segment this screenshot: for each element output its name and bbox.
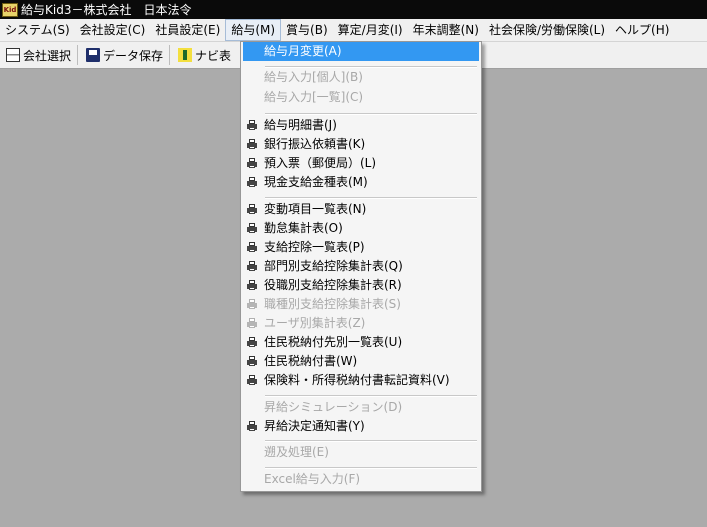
menu-separator <box>265 395 477 397</box>
window-title: 給与Kid3－株式会社 日本法令 <box>21 3 192 17</box>
menu-item-department-summary[interactable]: 部門別支給控除集計表(Q) <box>243 257 479 276</box>
menu-item-label: Excel給与入力(F) <box>264 472 361 486</box>
menu-item-cash-denomination-table[interactable]: 現金支給金種表(M) <box>243 173 479 192</box>
menu-item-salary-input-list: 給与入力[一覧](C) <box>243 88 479 107</box>
menu-calc-monthly-change[interactable]: 算定/月変(I) <box>333 19 408 41</box>
printer-icon <box>247 337 257 347</box>
menu-item-retroactive-processing: 遡及処理(E) <box>243 443 479 462</box>
printer-icon <box>247 280 257 290</box>
company-select-button[interactable]: 会社選択 <box>0 44 75 66</box>
printer-icon <box>247 139 257 149</box>
menu-company-settings[interactable]: 会社設定(C) <box>75 19 151 41</box>
menu-help[interactable]: ヘルプ(H) <box>610 19 674 41</box>
menu-item-position-summary[interactable]: 役職別支給控除集計表(R) <box>243 276 479 295</box>
company-select-icon <box>6 48 20 62</box>
menu-bar: システム(S) 会社設定(C) 社員設定(E) 給与(M) 賞与(B) 算定/月… <box>0 19 707 42</box>
data-save-label: データ保存 <box>103 48 164 63</box>
menu-item-label: 部門別支給控除集計表(Q) <box>264 259 403 273</box>
printer-icon <box>247 375 257 385</box>
menu-item-job-type-summary: 職種別支給控除集計表(S) <box>243 295 479 314</box>
menu-separator <box>265 440 477 442</box>
menu-item-change-salary-month[interactable]: 給与月変更(A) <box>243 42 479 61</box>
menu-system[interactable]: システム(S) <box>0 19 75 41</box>
navi-label: ナビ表 <box>195 48 232 63</box>
printer-icon <box>247 242 257 252</box>
menu-item-label: 遡及処理(E) <box>264 445 329 459</box>
menu-item-payment-deduction-list[interactable]: 支給控除一覧表(P) <box>243 238 479 257</box>
menu-bonus[interactable]: 賞与(B) <box>281 19 333 41</box>
menu-item-bank-transfer-request[interactable]: 銀行振込依頼書(K) <box>243 135 479 154</box>
company-select-label: 会社選択 <box>23 48 72 63</box>
app-logo-icon: Kid <box>2 2 18 17</box>
menu-item-label: 変動項目一覧表(N) <box>264 202 367 216</box>
data-save-button[interactable]: データ保存 <box>80 44 167 66</box>
printer-icon <box>247 299 257 309</box>
toolbar-separator <box>77 45 79 65</box>
printer-icon <box>247 318 257 328</box>
menu-item-attendance-summary[interactable]: 勤怠集計表(O) <box>243 219 479 238</box>
menu-item-resident-tax-payment-slip[interactable]: 住民税納付書(W) <box>243 352 479 371</box>
menu-separator <box>265 113 477 115</box>
menu-item-deposit-slip-post-office[interactable]: 預入票（郵便局）(L) <box>243 154 479 173</box>
menu-separator <box>265 197 477 199</box>
menu-item-label: 昇給シミュレーション(D) <box>264 400 403 414</box>
printer-icon <box>247 177 257 187</box>
menu-item-label: 住民税納付先別一覧表(U) <box>264 335 403 349</box>
printer-icon <box>247 421 257 431</box>
menu-item-label: 給与入力[個人](B) <box>264 70 363 84</box>
menu-item-label: 支給控除一覧表(P) <box>264 240 365 254</box>
menu-employee-settings[interactable]: 社員設定(E) <box>150 19 225 41</box>
menu-item-label: 預入票（郵便局）(L) <box>264 156 377 170</box>
menu-separator <box>265 66 477 68</box>
navi-icon <box>178 48 193 62</box>
menu-item-label: 職種別支給控除集計表(S) <box>264 297 401 311</box>
printer-icon <box>247 120 257 130</box>
printer-icon <box>247 356 257 366</box>
menu-item-label: 給与明細書(J) <box>264 118 337 132</box>
menu-salary[interactable]: 給与(M) <box>225 19 282 41</box>
navi-button[interactable]: ナビ表 <box>172 44 235 66</box>
menu-social-labor-insurance[interactable]: 社会保険/労働保険(L) <box>484 19 610 41</box>
menu-year-end-adjustment[interactable]: 年末調整(N) <box>408 19 484 41</box>
menu-item-payslip[interactable]: 給与明細書(J) <box>243 116 479 135</box>
menu-item-label: 保険料・所得税納付書転記資料(V) <box>264 373 450 387</box>
menu-item-label: 役職別支給控除集計表(R) <box>264 278 402 292</box>
menu-item-raise-notice[interactable]: 昇給決定通知書(Y) <box>243 417 479 436</box>
menu-item-label: 給与入力[一覧](C) <box>264 90 364 104</box>
menu-item-variable-items-list[interactable]: 変動項目一覧表(N) <box>243 200 479 219</box>
printer-icon <box>247 204 257 214</box>
menu-item-label: 昇給決定通知書(Y) <box>264 419 365 433</box>
menu-item-label: 銀行振込依頼書(K) <box>264 137 366 151</box>
menu-item-label: 給与月変更(A) <box>264 44 342 58</box>
salary-dropdown-menu: 給与月変更(A) 給与入力[個人](B) 給与入力[一覧](C) 給与明細書(J) 銀行… <box>240 41 482 492</box>
menu-item-raise-simulation: 昇給シミュレーション(D) <box>243 398 479 417</box>
menu-item-salary-input-individual: 給与入力[個人](B) <box>243 68 479 87</box>
toolbar-separator <box>169 45 171 65</box>
menu-item-resident-tax-payee-list[interactable]: 住民税納付先別一覧表(U) <box>243 333 479 352</box>
title-bar: Kid 給与Kid3－株式会社 日本法令 <box>0 0 707 19</box>
printer-icon <box>247 261 257 271</box>
menu-item-label: 住民税納付書(W) <box>264 354 358 368</box>
floppy-disk-icon <box>86 48 101 62</box>
menu-item-user-summary: ユーザ別集計表(Z) <box>243 314 479 333</box>
menu-separator <box>265 467 477 469</box>
printer-icon <box>247 158 257 168</box>
menu-item-excel-salary-input: Excel給与入力(F) <box>243 470 479 489</box>
menu-item-label: ユーザ別集計表(Z) <box>264 316 366 330</box>
menu-item-insurance-tax-transcription[interactable]: 保険料・所得税納付書転記資料(V) <box>243 371 479 390</box>
menu-item-label: 勤怠集計表(O) <box>264 221 343 235</box>
printer-icon <box>247 223 257 233</box>
menu-item-label: 現金支給金種表(M) <box>264 175 368 189</box>
